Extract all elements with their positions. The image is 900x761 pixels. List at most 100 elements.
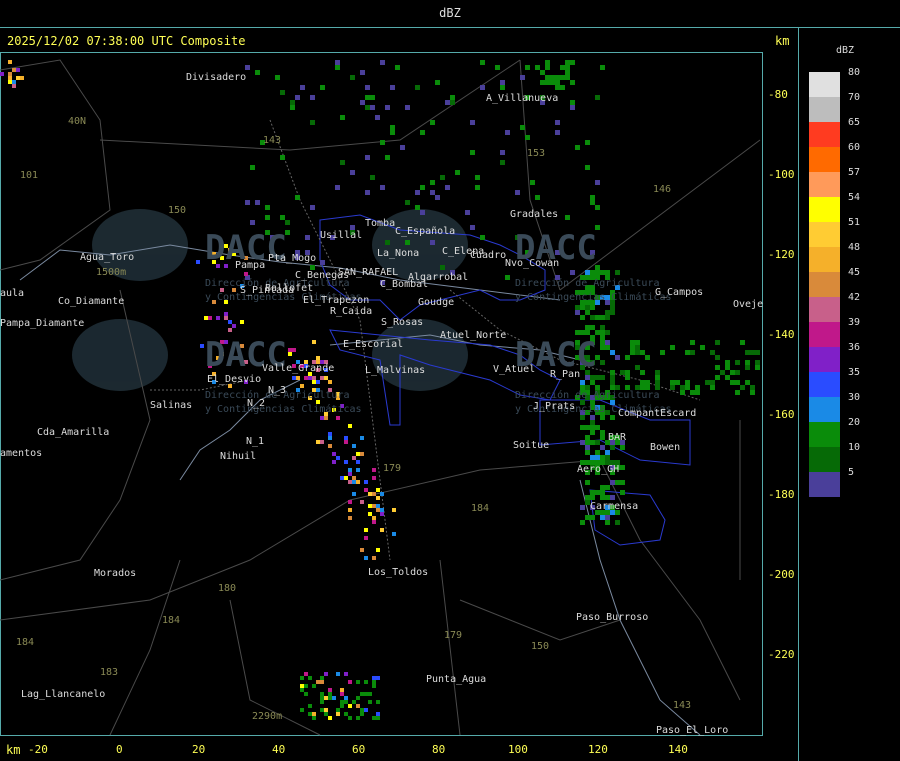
echo-pixel xyxy=(300,708,304,712)
echo-pixel xyxy=(590,195,595,200)
place-label: Paso_El_Loro xyxy=(656,725,729,736)
echo-pixel xyxy=(12,68,16,72)
echo-pixel xyxy=(560,75,565,80)
echo-pixel xyxy=(550,75,555,80)
legend-label: 54 xyxy=(848,192,861,203)
echo-pixel xyxy=(328,696,332,700)
echo-pixel xyxy=(356,468,360,472)
echo-pixel xyxy=(348,472,352,476)
color-legend xyxy=(809,72,840,497)
echo-pixel xyxy=(304,692,308,696)
echo-pixel xyxy=(735,360,740,365)
echo-pixel xyxy=(312,716,316,720)
echo-pixel xyxy=(365,155,370,160)
echo-pixel xyxy=(324,672,328,676)
x-tick: -20 xyxy=(28,743,48,756)
echo-pixel xyxy=(500,160,505,165)
y-tick: -200 xyxy=(768,568,795,581)
echo-pixel xyxy=(605,520,610,525)
place-label: El_Desvio xyxy=(207,374,262,385)
watermark-line2: y Contingencias Climáticas xyxy=(205,404,362,415)
echo-pixel xyxy=(600,485,605,490)
echo-pixel xyxy=(376,676,380,680)
legend-label: 36 xyxy=(848,342,861,353)
echo-pixel xyxy=(585,165,590,170)
echo-pixel xyxy=(316,380,320,384)
echo-pixel xyxy=(316,680,320,684)
place-label: 2290m xyxy=(252,711,283,722)
echo-pixel xyxy=(335,65,340,70)
watermark-line1: Dirección de Agricultura xyxy=(515,390,660,401)
echo-pixel xyxy=(705,380,710,385)
echo-pixel xyxy=(380,492,384,496)
echo-pixel xyxy=(308,704,312,708)
echo-pixel xyxy=(324,416,328,420)
echo-pixel xyxy=(376,488,380,492)
legend-swatch xyxy=(809,197,840,222)
echo-pixel xyxy=(600,455,605,460)
echo-pixel xyxy=(595,315,600,320)
echo-pixel xyxy=(725,365,730,370)
echo-pixel xyxy=(695,390,700,395)
echo-pixel xyxy=(640,380,645,385)
echo-pixel xyxy=(475,185,480,190)
place-label: Gradales xyxy=(510,209,559,220)
echo-pixel xyxy=(420,210,425,215)
place-label: 184 xyxy=(471,503,490,514)
echo-pixel xyxy=(200,344,204,348)
echo-pixel xyxy=(680,385,685,390)
echo-pixel xyxy=(610,415,615,420)
place-label: Cuadro xyxy=(470,250,507,261)
place-label: Aero_GH xyxy=(577,464,620,475)
x-tick: 120 xyxy=(588,743,608,756)
echo-pixel xyxy=(228,328,232,332)
echo-pixel xyxy=(620,490,625,495)
echo-pixel xyxy=(356,680,360,684)
echo-pixel xyxy=(465,210,470,215)
echo-pixel xyxy=(585,140,590,145)
echo-pixel xyxy=(475,175,480,180)
timestamp-label: 2025/12/02 07:38:00 UTC Composite xyxy=(7,34,246,48)
echo-pixel xyxy=(16,76,20,80)
echo-pixel xyxy=(710,350,715,355)
echo-pixel xyxy=(610,445,615,450)
legend-label: 42 xyxy=(848,292,861,303)
echo-pixel xyxy=(575,145,580,150)
echo-pixel xyxy=(555,120,560,125)
place-label: G_Campos xyxy=(655,287,704,298)
place-label: Usillal xyxy=(320,230,363,241)
axis-unit-bottom: km xyxy=(6,743,21,757)
legend-swatch xyxy=(809,72,840,97)
echo-pixel xyxy=(232,324,236,328)
radar-map[interactable] xyxy=(0,0,900,761)
echo-pixel xyxy=(360,692,364,696)
echo-pixel xyxy=(370,105,375,110)
echo-pixel xyxy=(364,556,368,560)
echo-pixel xyxy=(500,150,505,155)
echo-pixel xyxy=(320,440,324,444)
echo-pixel xyxy=(670,385,675,390)
place-label: 183 xyxy=(100,667,119,678)
place-label: 184 xyxy=(162,615,181,626)
echo-pixel xyxy=(320,676,324,680)
echo-pixel xyxy=(390,125,395,130)
echo-pixel xyxy=(356,696,360,700)
echo-pixel xyxy=(364,528,368,532)
echo-pixel xyxy=(630,340,635,345)
echo-pixel xyxy=(356,716,360,720)
place-label: N_3 xyxy=(268,385,287,396)
echo-pixel xyxy=(530,180,535,185)
echo-pixel xyxy=(595,375,600,380)
echo-pixel xyxy=(600,375,605,380)
legend-swatch xyxy=(809,172,840,197)
echo-pixel xyxy=(570,100,575,105)
echo-pixel xyxy=(348,680,352,684)
place-label: Pampa_Diamante xyxy=(0,318,85,329)
legend-swatch xyxy=(809,272,840,297)
echo-pixel xyxy=(395,65,400,70)
echo-pixel xyxy=(364,680,368,684)
echo-pixel xyxy=(595,95,600,100)
echo-pixel xyxy=(470,150,475,155)
echo-pixel xyxy=(376,496,380,500)
echo-pixel xyxy=(208,316,212,320)
